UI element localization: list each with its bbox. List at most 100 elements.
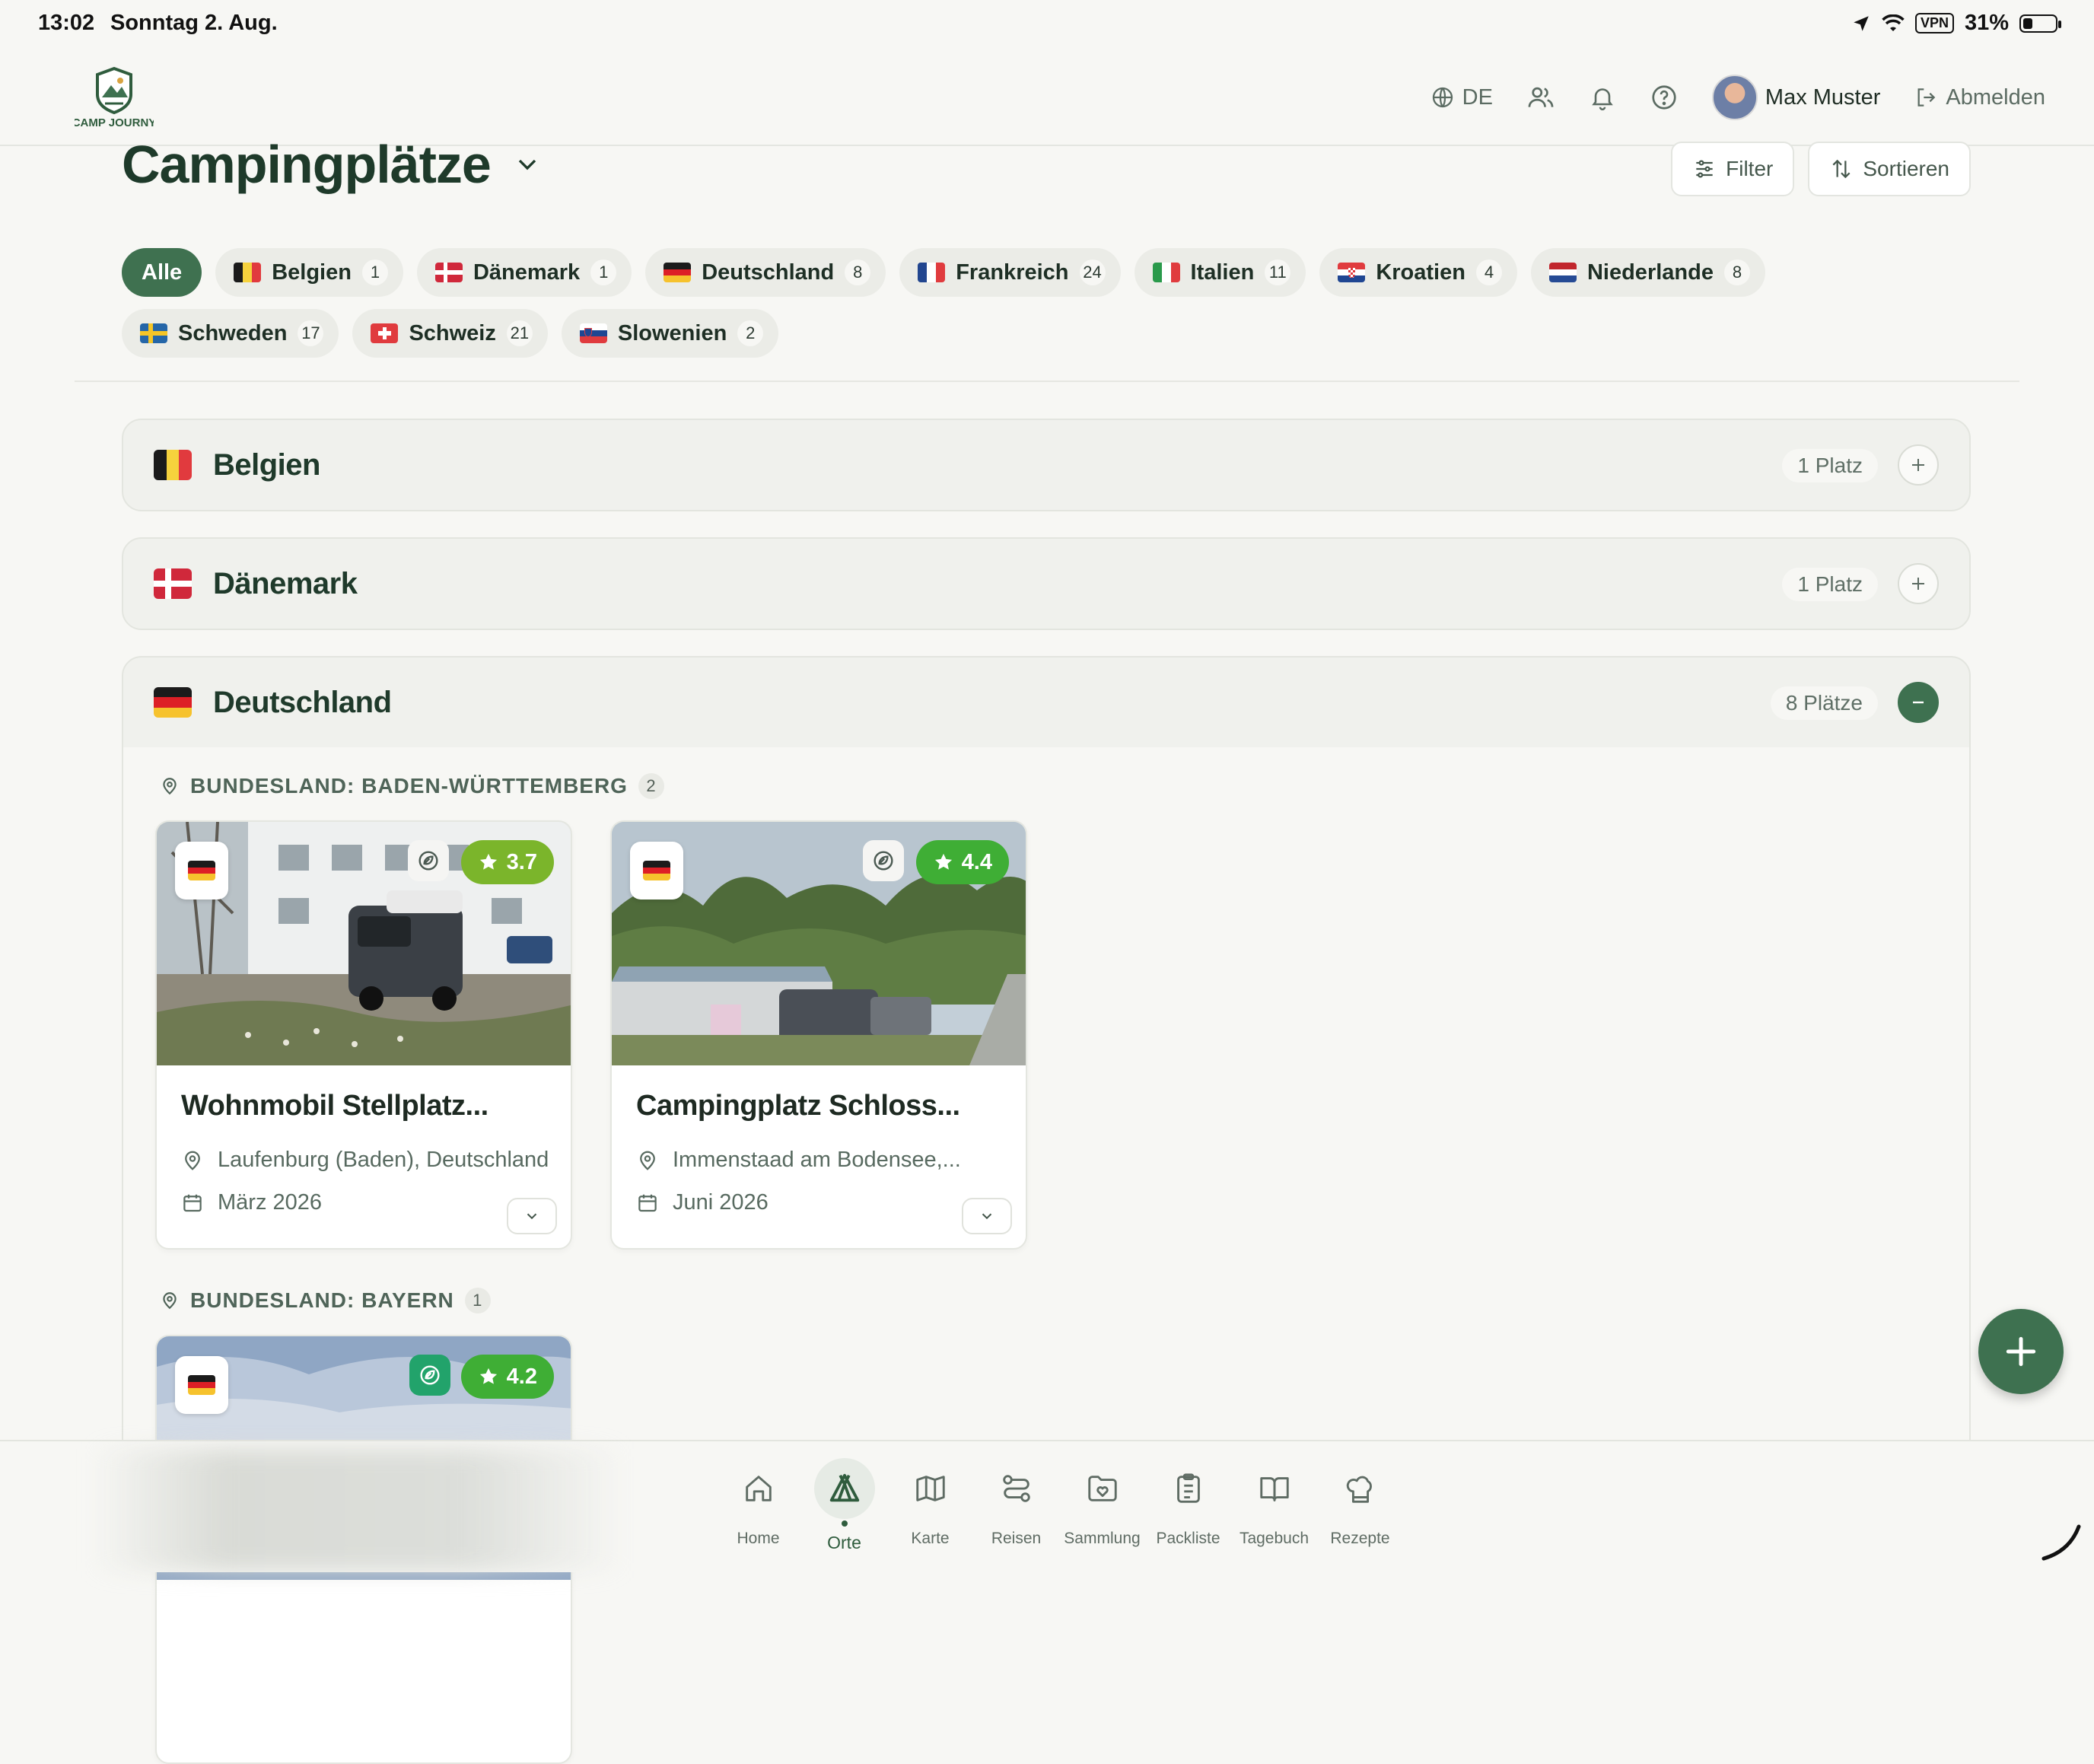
filter-button[interactable]: Filter: [1671, 142, 1795, 196]
chip-label: Schweiz: [409, 320, 496, 345]
add-campsite-button[interactable]: [1978, 1309, 2064, 1394]
app-header: CAMP JOURNY DE Max Muster Abmelden: [0, 49, 2094, 146]
date-text: März 2026: [218, 1190, 323, 1215]
folder-heart-icon: [1072, 1458, 1133, 1519]
chevron-down-icon: [982, 1213, 992, 1220]
tent-icon: [813, 1458, 875, 1519]
sort-button[interactable]: Sortieren: [1808, 142, 1971, 196]
sliders-icon: [1696, 160, 1713, 178]
avatar: [1711, 75, 1758, 120]
card-date: Juni 2026: [636, 1190, 769, 1215]
country-chip[interactable]: Belgien 1: [215, 248, 403, 297]
country-chip[interactable]: Kroatien 4: [1319, 248, 1517, 297]
region-count: 2: [638, 773, 664, 799]
section-count: 8 Plätze: [1770, 686, 1878, 720]
nav-item-orte[interactable]: Orte: [801, 1458, 887, 1553]
country-chip[interactable]: Niederlande 8: [1530, 248, 1765, 297]
flag-icon: [1152, 263, 1180, 282]
nav-item-karte[interactable]: Karte: [887, 1458, 973, 1553]
map-icon: [900, 1458, 961, 1519]
users-button[interactable]: [1526, 83, 1555, 112]
flag-icon: [188, 861, 215, 880]
flag-icon: [234, 263, 262, 282]
country-chip[interactable]: Deutschland 8: [645, 248, 886, 297]
home-icon: [728, 1458, 789, 1519]
nav-item-reisen[interactable]: Reisen: [973, 1458, 1059, 1553]
chip-label: Italien: [1190, 260, 1255, 285]
filter-label: Filter: [1726, 157, 1774, 180]
minus-icon: [1913, 701, 1924, 704]
help-button[interactable]: [1650, 83, 1679, 112]
nav-label: Packliste: [1156, 1530, 1220, 1547]
notifications-button[interactable]: [1589, 84, 1616, 111]
country-chip[interactable]: Schweden 17: [122, 309, 339, 358]
status-date: Sonntag 2. Aug.: [110, 11, 278, 35]
campsite-card[interactable]: 4.4 Campingplatz Schloss... Immenstaad a…: [610, 820, 1027, 1250]
plus-icon: [2006, 1336, 2036, 1367]
expand-button[interactable]: [1898, 444, 1939, 486]
country-chip[interactable]: Schweiz 21: [352, 309, 548, 358]
chip-label: Schweden: [178, 320, 288, 345]
country-chip[interactable]: Slowenien 2: [561, 309, 779, 358]
logout-button[interactable]: Abmelden: [1914, 85, 2045, 110]
section-count: 1 Platz: [1782, 449, 1878, 482]
card-date: März 2026: [181, 1190, 322, 1215]
card-location: Laufenburg (Baden), Deutschland: [181, 1148, 549, 1173]
map-pin-icon: [163, 778, 177, 795]
region-label: BUNDESLAND: BADEN-WÜRTTEMBERG: [190, 774, 628, 798]
nav-item-packliste[interactable]: Packliste: [1145, 1458, 1231, 1553]
chip-count: 21: [506, 320, 533, 346]
status-bar: 13:02 Sonntag 2. Aug. VPN 31%: [0, 0, 2094, 49]
logout-icon: [1917, 88, 1936, 107]
region-count: 1: [464, 1288, 491, 1313]
date-text: Juni 2026: [673, 1190, 769, 1215]
star-icon: [479, 1368, 497, 1384]
card-expand-button[interactable]: [507, 1198, 557, 1234]
active-indicator: [841, 1520, 848, 1527]
chip-label: Frankreich: [956, 260, 1069, 285]
country-chip[interactable]: Italien 11: [1134, 248, 1306, 297]
country-chip[interactable]: Dänemark 1: [416, 248, 632, 297]
language-switcher[interactable]: DE: [1430, 85, 1493, 110]
chef-hat-icon: [1330, 1458, 1391, 1519]
star-icon: [479, 853, 497, 870]
page-title-dropdown[interactable]: Campingplätze: [122, 134, 543, 195]
collapse-button[interactable]: [1898, 682, 1939, 723]
flag-icon: [154, 450, 192, 480]
nav-item-home[interactable]: Home: [715, 1458, 801, 1553]
nav-item-tagebuch[interactable]: Tagebuch: [1231, 1458, 1317, 1553]
rating-value: 3.7: [506, 849, 537, 874]
globe-icon: [1432, 87, 1453, 108]
flag-icon: [918, 263, 946, 282]
section-header-daenemark[interactable]: Dänemark 1 Platz: [123, 539, 1969, 629]
section-header-deutschland[interactable]: Deutschland 8 Plätze: [123, 658, 1969, 747]
campsite-card[interactable]: 3.7 Wohnmobil Stellplatz... Laufenburg (…: [155, 820, 572, 1250]
nav-item-rezepte[interactable]: Rezepte: [1317, 1458, 1403, 1553]
country-flag-badge: [175, 842, 228, 900]
battery-percent: 31%: [1964, 11, 2009, 35]
section-header-belgien[interactable]: Belgien 1 Platz: [123, 420, 1969, 510]
route-icon: [986, 1458, 1047, 1519]
nav-label: Tagebuch: [1239, 1530, 1310, 1547]
section-title: Belgien: [213, 447, 320, 482]
user-menu[interactable]: Max Muster: [1711, 75, 1880, 120]
rating-value: 4.4: [961, 849, 992, 874]
status-indicators: VPN 31%: [1851, 11, 2061, 36]
nav-item-sammlung[interactable]: Sammlung: [1059, 1458, 1145, 1553]
country-chip[interactable]: Frankreich 24: [899, 248, 1121, 297]
logout-label: Abmelden: [1946, 84, 2045, 110]
card-expand-button[interactable]: [962, 1198, 1012, 1234]
camp-journy-logo[interactable]: CAMP JOURNY: [72, 64, 156, 131]
leaf-badge-icon: [408, 840, 449, 881]
chip-label: Alle: [142, 260, 183, 285]
chip-label: Kroatien: [1376, 260, 1465, 285]
nav-label: Sammlung: [1064, 1530, 1141, 1547]
region-header: BUNDESLAND: BAYERN 1: [160, 1288, 491, 1313]
country-chip[interactable]: Alle: [122, 248, 202, 297]
region-header: BUNDESLAND: BADEN-WÜRTTEMBERG 2: [160, 773, 664, 799]
rating-value: 4.2: [506, 1364, 537, 1389]
language-label: DE: [1462, 84, 1493, 110]
expand-button[interactable]: [1898, 563, 1939, 604]
section-title: Dänemark: [213, 566, 358, 600]
rating-badge: 3.7: [460, 840, 554, 884]
